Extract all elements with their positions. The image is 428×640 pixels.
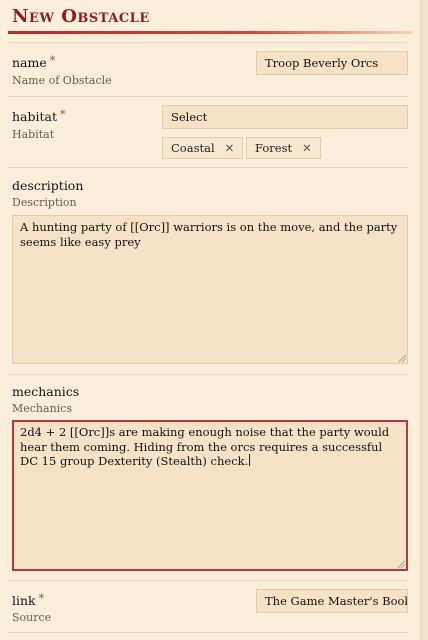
divider [8, 167, 408, 168]
name-input[interactable]: Troop Beverly Orcs [256, 51, 408, 75]
name-label: name * [12, 54, 56, 70]
resize-handle[interactable] [398, 561, 405, 568]
description-sublabel: Description [12, 196, 77, 209]
habitat-sublabel: Habitat [12, 128, 55, 141]
required-marker: * [49, 54, 56, 67]
divider [8, 42, 408, 43]
title-underline [8, 31, 412, 34]
habitat-select[interactable]: Select [162, 105, 408, 129]
scrollbar-track[interactable] [422, 0, 428, 640]
obstacle-form: New Obstacle name * Name of Obstacle Troo… [0, 0, 422, 640]
mechanics-text: 2d4 + 2 [[Orc]]s are making enough noise… [20, 425, 390, 468]
description-textarea[interactable]: A hunting party of [[Orc]] warriors is o… [12, 215, 408, 364]
mechanics-label: mechanics [12, 384, 80, 399]
text-cursor [249, 454, 251, 466]
chip-label: Forest [255, 141, 293, 155]
divider [8, 374, 408, 375]
chip-label: Coastal [171, 141, 215, 155]
required-marker: * [60, 108, 66, 121]
habitat-chip-forest: Forest ✕ [246, 137, 321, 159]
link-input[interactable]: The Game Master's Book of Random Encount… [256, 589, 408, 613]
mechanics-sublabel: Mechanics [12, 402, 72, 415]
remove-chip-icon[interactable]: ✕ [302, 141, 312, 155]
habitat-label: habitat * [12, 108, 66, 124]
name-sublabel: Name of Obstacle [12, 74, 112, 87]
remove-chip-icon[interactable]: ✕ [225, 141, 235, 155]
habitat-chip-coastal: Coastal ✕ [162, 137, 244, 159]
divider [8, 580, 408, 581]
resize-handle[interactable] [399, 355, 406, 362]
required-marker: * [38, 592, 45, 605]
divider [8, 96, 408, 97]
divider [8, 632, 408, 633]
link-sublabel: Source [12, 611, 52, 624]
description-text: A hunting party of [[Orc]] warriors is o… [20, 220, 398, 249]
mechanics-textarea[interactable]: 2d4 + 2 [[Orc]]s are making enough noise… [12, 420, 408, 571]
page-title: New Obstacle [12, 6, 150, 27]
description-label: description [12, 178, 84, 193]
link-label: link * [12, 592, 45, 608]
